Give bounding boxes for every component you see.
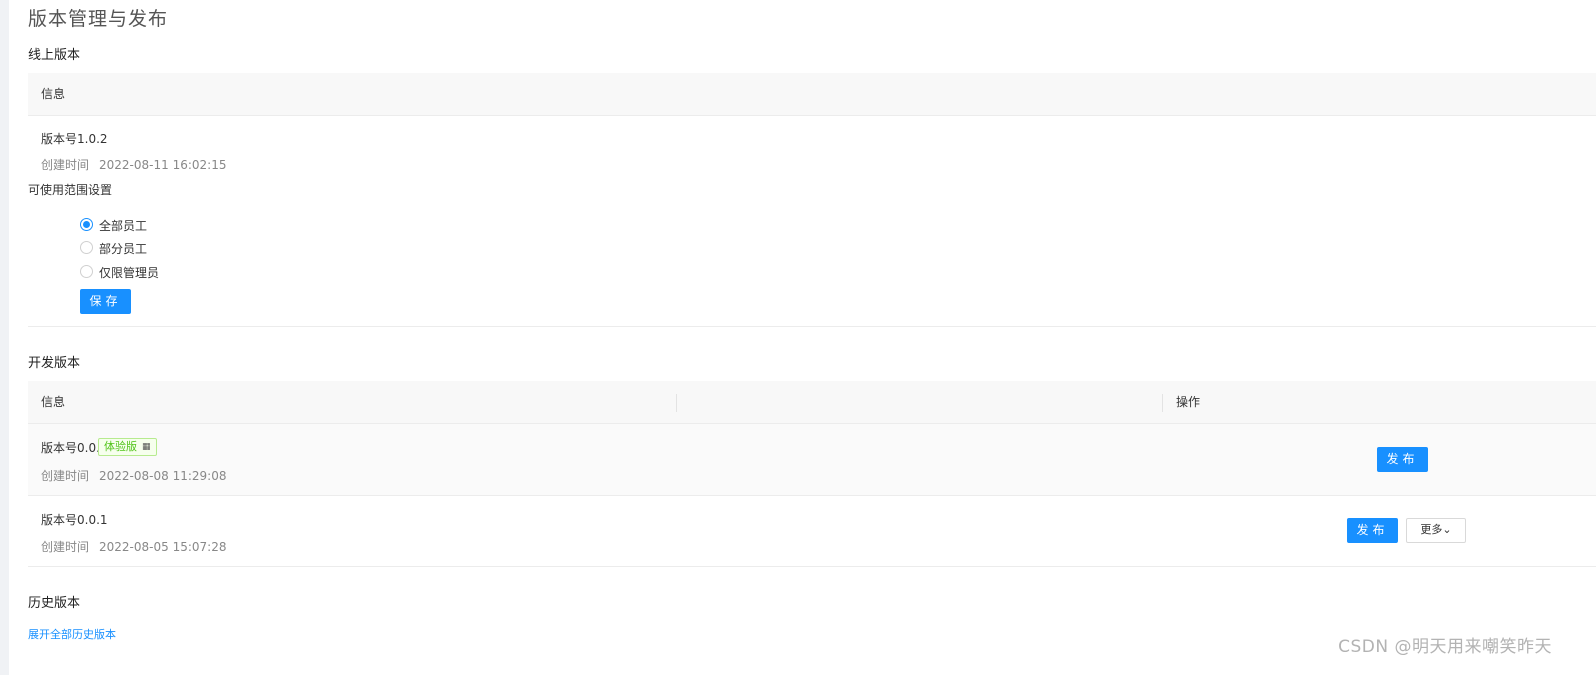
history-section-title: 历史版本 <box>28 596 81 611</box>
created-label: 创建时间 <box>41 469 90 483</box>
created-time: 2022-08-05 15:07:28 <box>99 540 227 554</box>
created-label: 创建时间 <box>41 158 90 172</box>
dev-section-title: 开发版本 <box>28 356 81 371</box>
expand-history-link[interactable]: 展开全部历史版本 <box>28 626 116 642</box>
save-button[interactable]: 保存 <box>80 289 131 314</box>
scope-title: 可使用范围设置 <box>28 183 113 197</box>
page-title: 版本管理与发布 <box>28 8 169 30</box>
scope-radio-label: 全部员工 <box>99 219 148 233</box>
dev-version-row: 版本号0.0.1 创建时间 2022-08-05 15:07:28 发布 更多⌄ <box>28 496 1596 567</box>
online-section-title: 线上版本 <box>28 48 81 63</box>
left-gutter <box>0 0 9 675</box>
column-divider <box>676 394 677 412</box>
radio-checked-icon <box>80 218 93 231</box>
more-label: 更多 <box>1420 524 1443 536</box>
publish-button[interactable]: 发布 <box>1347 518 1398 543</box>
more-dropdown-button[interactable]: 更多⌄ <box>1406 518 1466 543</box>
version-management-page: 版本管理与发布 线上版本 信息 版本号1.0.2 创建时间 2022-08-11 … <box>28 0 1596 675</box>
radio-unchecked-icon <box>80 265 93 278</box>
qrcode-icon[interactable]: ▦ <box>142 439 151 455</box>
online-version-number: 版本号1.0.2 <box>41 132 108 146</box>
trial-tag-label: 体验版 <box>104 440 137 453</box>
watermark: CSDN @明天用来嘲笑昨天 <box>1338 637 1552 657</box>
scope-radio-label: 部分员工 <box>99 242 148 256</box>
created-time: 2022-08-11 16:02:15 <box>99 158 227 172</box>
online-table-header: 信息 <box>28 73 1596 116</box>
publish-button[interactable]: 发布 <box>1377 447 1428 472</box>
dev-column-action: 操作 <box>1176 395 1201 409</box>
online-created: 创建时间 2022-08-11 16:02:15 <box>41 156 226 173</box>
dev-version-row: 版本号0.0.5 体验版 ▦ 创建时间 2022-08-08 11:29:08 发布 <box>28 424 1596 496</box>
dev-version-number: 版本号0.0.1 <box>41 513 108 527</box>
scope-radio-label: 仅限管理员 <box>99 266 160 280</box>
radio-unchecked-icon <box>80 241 93 254</box>
online-column-info: 信息 <box>41 87 66 101</box>
dev-column-info: 信息 <box>41 395 66 409</box>
dev-table-header: 信息 操作 <box>28 381 1596 424</box>
chevron-down-icon: ⌄ <box>1442 524 1452 536</box>
online-version-row: 版本号1.0.2 创建时间 2022-08-11 16:02:15 可使用范围设置… <box>28 116 1596 327</box>
column-divider <box>1162 394 1163 412</box>
dev-created: 创建时间 2022-08-05 15:07:28 <box>41 538 226 555</box>
dev-created: 创建时间 2022-08-08 11:29:08 <box>41 467 226 484</box>
trial-version-tag[interactable]: 体验版 ▦ <box>98 438 157 456</box>
created-time: 2022-08-08 11:29:08 <box>99 469 227 483</box>
created-label: 创建时间 <box>41 540 90 554</box>
